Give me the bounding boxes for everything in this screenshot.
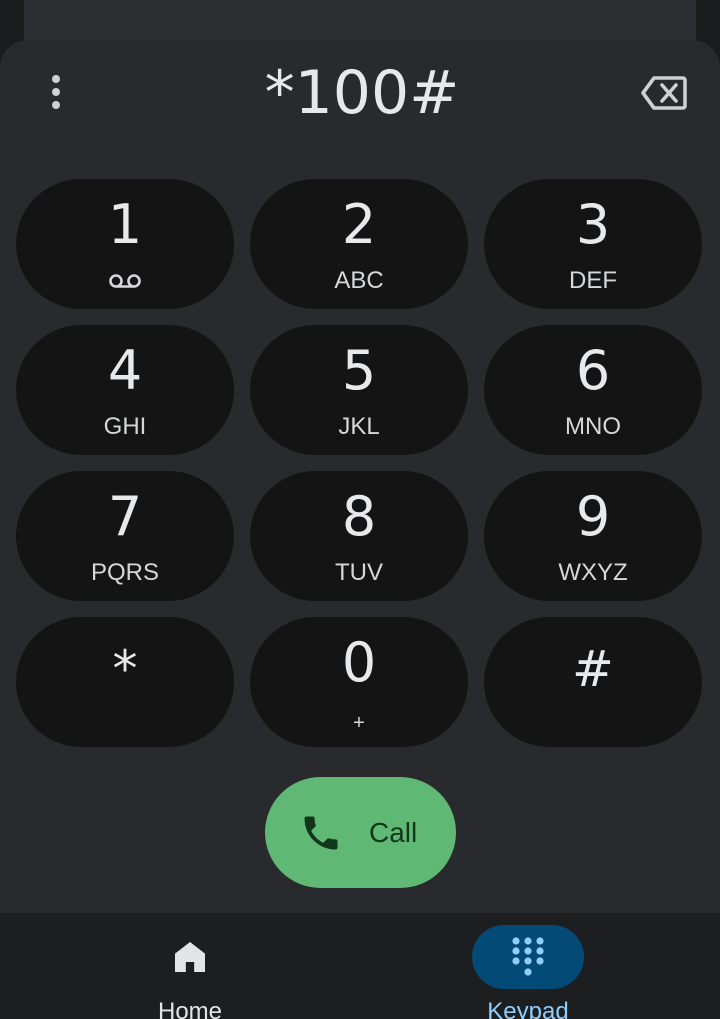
dialed-number-field[interactable] bbox=[110, 52, 614, 134]
key-1[interactable]: 1 bbox=[16, 179, 234, 309]
dialer-screen: 1 2 ABC 3 DEF 4 GHI 5 JKL 6 bbox=[0, 0, 720, 1019]
key-5[interactable]: 5 JKL bbox=[250, 325, 468, 455]
key-8[interactable]: 8 TUV bbox=[250, 471, 468, 601]
key-2[interactable]: 2 ABC bbox=[250, 179, 468, 309]
nav-item-keypad[interactable]: Keypad bbox=[448, 913, 608, 1019]
backspace-button[interactable] bbox=[636, 70, 692, 116]
key-digit: 7 bbox=[107, 485, 143, 548]
key-7[interactable]: 7 PQRS bbox=[16, 471, 234, 601]
key-digit: 4 bbox=[107, 339, 143, 402]
key-6[interactable]: 6 MNO bbox=[484, 325, 702, 455]
key-4[interactable]: 4 GHI bbox=[16, 325, 234, 455]
key-digit: * bbox=[112, 640, 138, 698]
phone-icon bbox=[299, 811, 343, 855]
dialpad: 1 2 ABC 3 DEF 4 GHI 5 JKL 6 MNO 7 PQRS 8… bbox=[16, 179, 702, 747]
key-letters: GHI bbox=[103, 413, 147, 440]
key-pound[interactable]: # bbox=[484, 617, 702, 747]
key-letters: TUV bbox=[335, 559, 383, 586]
nav-label-keypad: Keypad bbox=[487, 998, 569, 1019]
home-icon bbox=[170, 937, 210, 977]
key-letters: PQRS bbox=[90, 559, 159, 586]
key-digit: 3 bbox=[575, 193, 611, 256]
key-digit: 1 bbox=[107, 193, 143, 256]
key-digit: 5 bbox=[341, 339, 377, 402]
key-digit: 9 bbox=[575, 485, 611, 548]
key-digit: 2 bbox=[341, 193, 377, 256]
key-letters: WXYZ bbox=[558, 559, 628, 586]
key-letters: MNO bbox=[565, 413, 621, 440]
key-3[interactable]: 3 DEF bbox=[484, 179, 702, 309]
key-letters: + bbox=[353, 712, 365, 734]
key-letters: DEF bbox=[569, 267, 617, 294]
nav-label-home: Home bbox=[157, 998, 223, 1019]
nav-item-home[interactable]: Home bbox=[110, 913, 270, 1019]
bottom-navigation: Home Keypad bbox=[0, 913, 720, 1019]
key-9[interactable]: 9 WXYZ bbox=[484, 471, 702, 601]
key-digit: 0 bbox=[341, 631, 377, 694]
key-digit: 6 bbox=[575, 339, 611, 402]
key-letters: JKL bbox=[338, 413, 380, 440]
key-star[interactable]: * bbox=[16, 617, 234, 747]
voicemail-icon bbox=[16, 273, 234, 289]
backspace-icon bbox=[641, 76, 687, 110]
more-options-button[interactable] bbox=[36, 70, 76, 114]
call-button[interactable]: Call bbox=[265, 777, 456, 888]
key-0[interactable]: 0 + bbox=[250, 617, 468, 747]
active-indicator bbox=[472, 925, 584, 989]
key-letters: ABC bbox=[334, 267, 384, 294]
more-vert-icon bbox=[52, 75, 60, 109]
key-digit: 8 bbox=[341, 485, 377, 548]
key-digit: # bbox=[572, 640, 614, 698]
call-label: Call bbox=[369, 817, 418, 848]
dialpad-icon bbox=[512, 937, 544, 976]
